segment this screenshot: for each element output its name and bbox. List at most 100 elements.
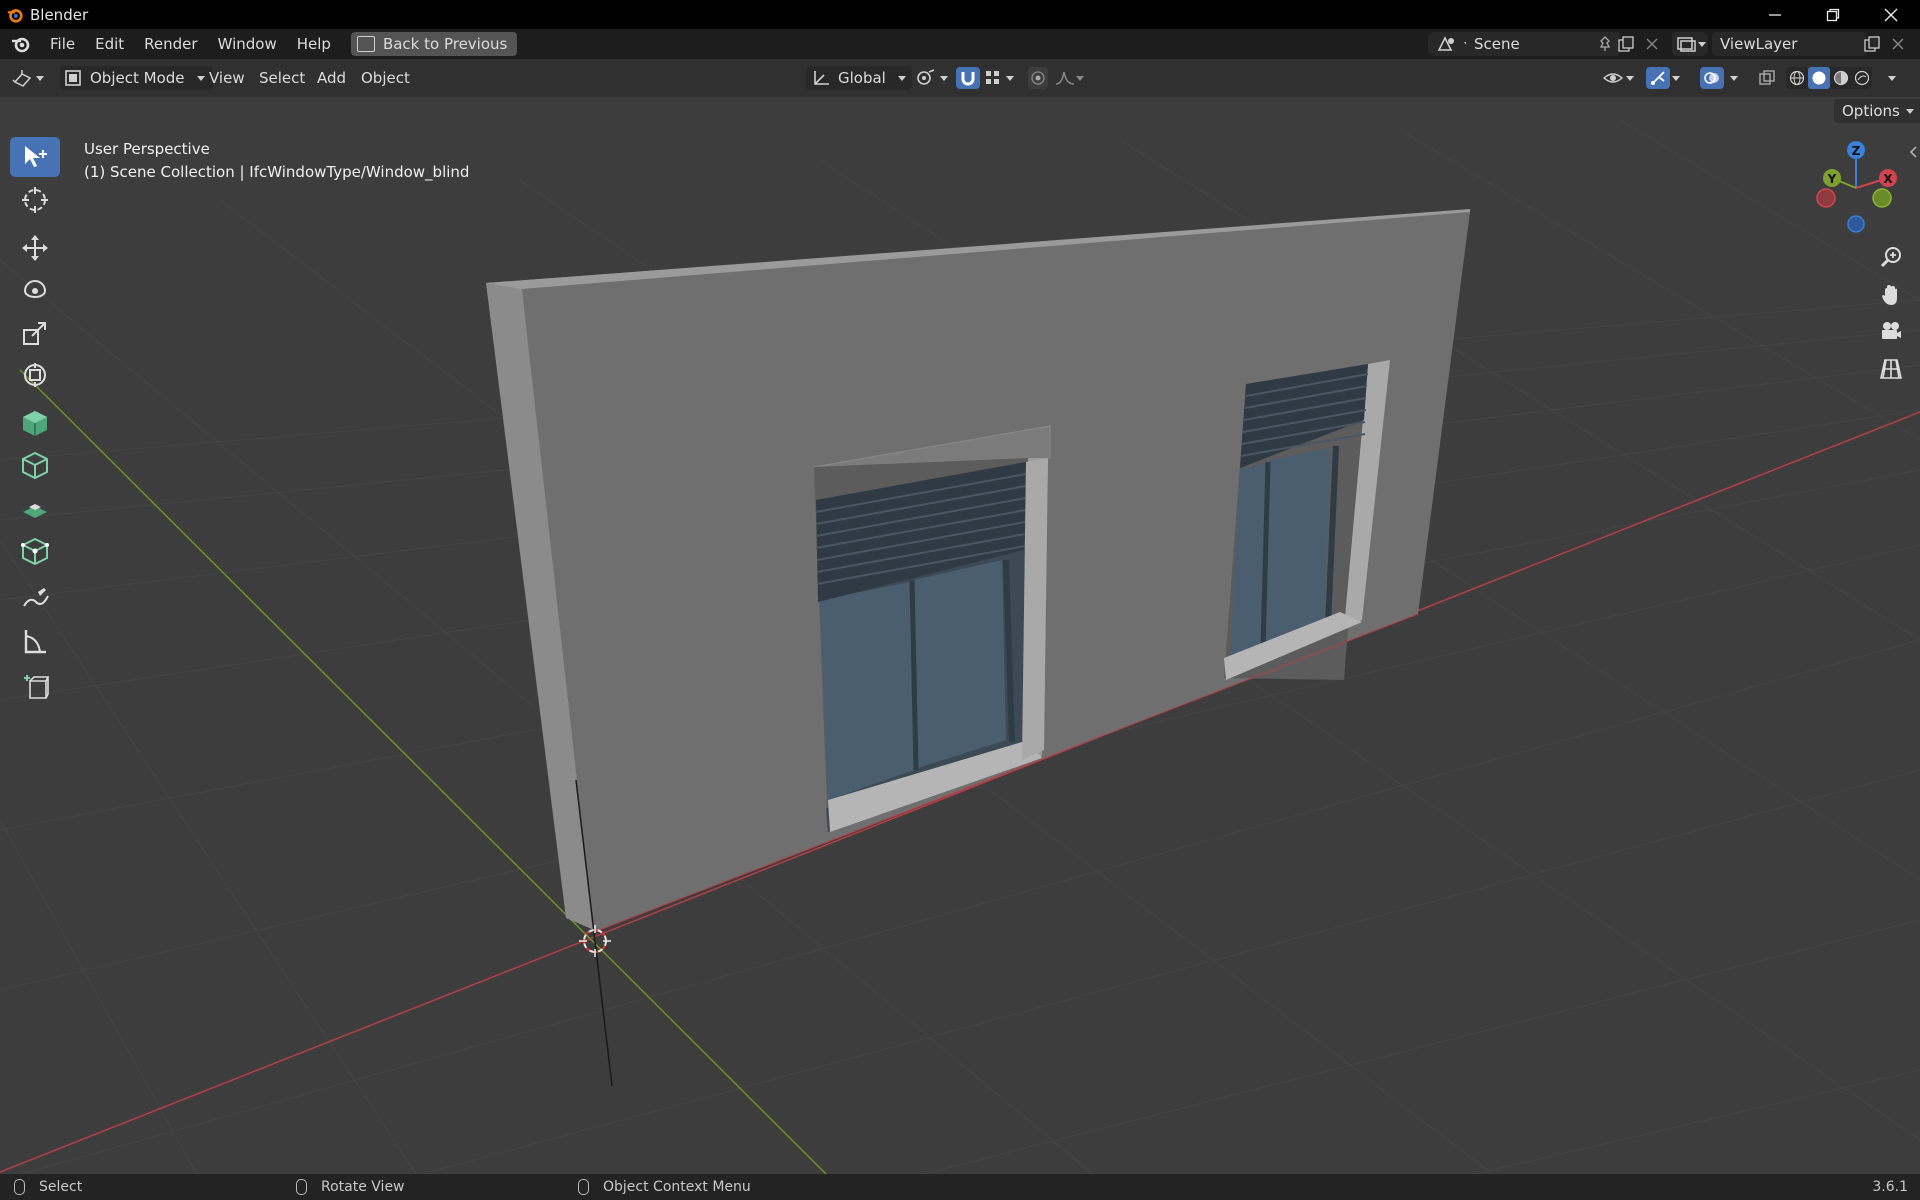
- scene-name-field[interactable]: Scene: [1466, 32, 1620, 56]
- proportional-editing-toggle[interactable]: [1028, 67, 1048, 89]
- menu-render[interactable]: Render: [134, 29, 207, 59]
- blender-menu-icon[interactable]: [10, 33, 32, 55]
- menu-select[interactable]: Select: [259, 59, 305, 97]
- select-box-tool[interactable]: [10, 137, 60, 177]
- status-select: Select: [14, 1174, 82, 1200]
- pan-button[interactable]: [1874, 278, 1908, 312]
- object-mode-icon: [65, 70, 81, 86]
- eye-icon: [1602, 73, 1624, 83]
- add-object-tool[interactable]: [10, 667, 60, 707]
- sidebar-toggle-icon[interactable]: [1908, 145, 1918, 159]
- menu-edit[interactable]: Edit: [85, 29, 134, 59]
- material-shading-button[interactable]: [1830, 67, 1852, 89]
- annotate-tool[interactable]: [10, 579, 60, 619]
- snap-target-button[interactable]: [984, 59, 1014, 97]
- ruler-icon: [24, 630, 46, 654]
- blender-window: Blender File Edit Render Window Help Bac…: [0, 0, 1920, 1200]
- version-label: 3.6.1: [1872, 1179, 1908, 1195]
- transform-tool[interactable]: [10, 355, 60, 395]
- zoom-button[interactable]: [1874, 240, 1908, 274]
- close-button[interactable]: [1862, 0, 1920, 29]
- mesh-icon: [21, 537, 49, 566]
- add-cube-icon: [24, 675, 50, 699]
- duplicate-icon: [1618, 36, 1634, 52]
- pin-icon[interactable]: [1598, 36, 1612, 52]
- camera-icon: [1882, 322, 1901, 339]
- mouse-left-icon: [14, 1179, 25, 1195]
- overlay-dropdown[interactable]: [1730, 59, 1738, 97]
- hand-icon: [1882, 285, 1897, 305]
- back-to-previous-button[interactable]: Back to Previous: [350, 32, 518, 56]
- solid-shading-button[interactable]: [1808, 67, 1830, 89]
- cube-wire-icon: [22, 451, 48, 480]
- editor-type-button[interactable]: [12, 59, 44, 97]
- 3d-viewport[interactable]: [0, 97, 1920, 1174]
- move-tool[interactable]: [10, 228, 60, 268]
- neg-z-axis-handle[interactable]: [1847, 215, 1865, 233]
- wireframe-shading-button[interactable]: [1786, 67, 1808, 89]
- options-button[interactable]: Options: [1834, 99, 1920, 123]
- new-viewlayer-button[interactable]: [1860, 32, 1884, 56]
- gizmo-toggle[interactable]: [1646, 67, 1670, 89]
- chevron-down-icon: [1698, 41, 1706, 47]
- gizmo-dropdown[interactable]: [1672, 59, 1680, 97]
- rendered-shading-button[interactable]: [1852, 67, 1872, 89]
- camera-view-button[interactable]: [1874, 314, 1908, 348]
- menu-file[interactable]: File: [40, 29, 85, 59]
- chevron-down-icon: [1730, 75, 1738, 81]
- navigation-gizmo[interactable]: Z Y X: [1810, 136, 1910, 236]
- overlay-toggle[interactable]: [1700, 67, 1724, 89]
- neg-y-axis-handle[interactable]: [1872, 188, 1892, 208]
- crosshair-cursor-icon: [22, 187, 48, 213]
- restore-button[interactable]: [1804, 0, 1862, 29]
- extrude-tool[interactable]: [10, 489, 60, 529]
- window-title: Blender: [30, 5, 89, 24]
- chevron-down-icon: [36, 75, 44, 81]
- z-axis-label: Z: [1852, 144, 1861, 158]
- measure-tool[interactable]: [10, 621, 60, 661]
- visibility-button[interactable]: [1602, 59, 1634, 97]
- y-axis-label: Y: [1827, 172, 1837, 186]
- add-mesh-tool[interactable]: [10, 531, 60, 571]
- neg-x-axis-handle[interactable]: [1816, 188, 1836, 208]
- menu-add-label: Add: [317, 69, 347, 87]
- magnet-icon: [961, 72, 975, 86]
- overlay-icon: [1704, 72, 1719, 84]
- menu-add[interactable]: Add: [317, 59, 346, 97]
- menu-window[interactable]: Window: [208, 29, 287, 59]
- proportional-falloff-button[interactable]: [1054, 59, 1084, 97]
- pivot-point-button[interactable]: [914, 59, 948, 97]
- delete-scene-button[interactable]: [1640, 32, 1664, 56]
- perspective-label: User Perspective: [84, 140, 210, 158]
- back-to-previous-label: Back to Previous: [382, 35, 508, 53]
- new-scene-button[interactable]: [1614, 32, 1638, 56]
- menu-view-label: View: [209, 69, 245, 87]
- snap-toggle[interactable]: [956, 67, 980, 89]
- mouse-middle-icon: [296, 1179, 307, 1195]
- menu-view[interactable]: View: [209, 59, 245, 97]
- orientation-global-icon: [814, 71, 829, 85]
- duplicate-icon: [1864, 36, 1880, 52]
- scale-tool[interactable]: [10, 313, 60, 353]
- xray-toggle[interactable]: [1758, 59, 1776, 97]
- toggle-perspective-button[interactable]: [1874, 352, 1908, 386]
- status-rotate: Rotate View: [296, 1174, 405, 1200]
- material-sphere-icon: [1833, 70, 1849, 86]
- viewlayer-name-field[interactable]: ViewLayer: [1712, 32, 1866, 56]
- mode-selector[interactable]: Object Mode: [60, 66, 213, 90]
- chevron-down-icon: [897, 75, 906, 81]
- chevron-down-icon: [1076, 75, 1084, 81]
- delete-viewlayer-button[interactable]: [1886, 32, 1910, 56]
- menu-object[interactable]: Object: [361, 59, 410, 97]
- chevron-down-icon: [196, 75, 205, 81]
- cursor-tool[interactable]: [10, 180, 60, 220]
- add-cube-wire-tool[interactable]: [10, 445, 60, 485]
- add-cube-tool[interactable]: [10, 403, 60, 443]
- rotate-tool[interactable]: [10, 271, 60, 311]
- viewlayer-browse-button[interactable]: [1672, 32, 1708, 56]
- minimize-button[interactable]: [1746, 0, 1804, 29]
- menu-help[interactable]: Help: [287, 29, 341, 59]
- transform-orientation-selector[interactable]: Global: [806, 66, 912, 90]
- shading-options-dropdown[interactable]: [1888, 59, 1896, 97]
- 3d-viewport-icon: [12, 70, 32, 87]
